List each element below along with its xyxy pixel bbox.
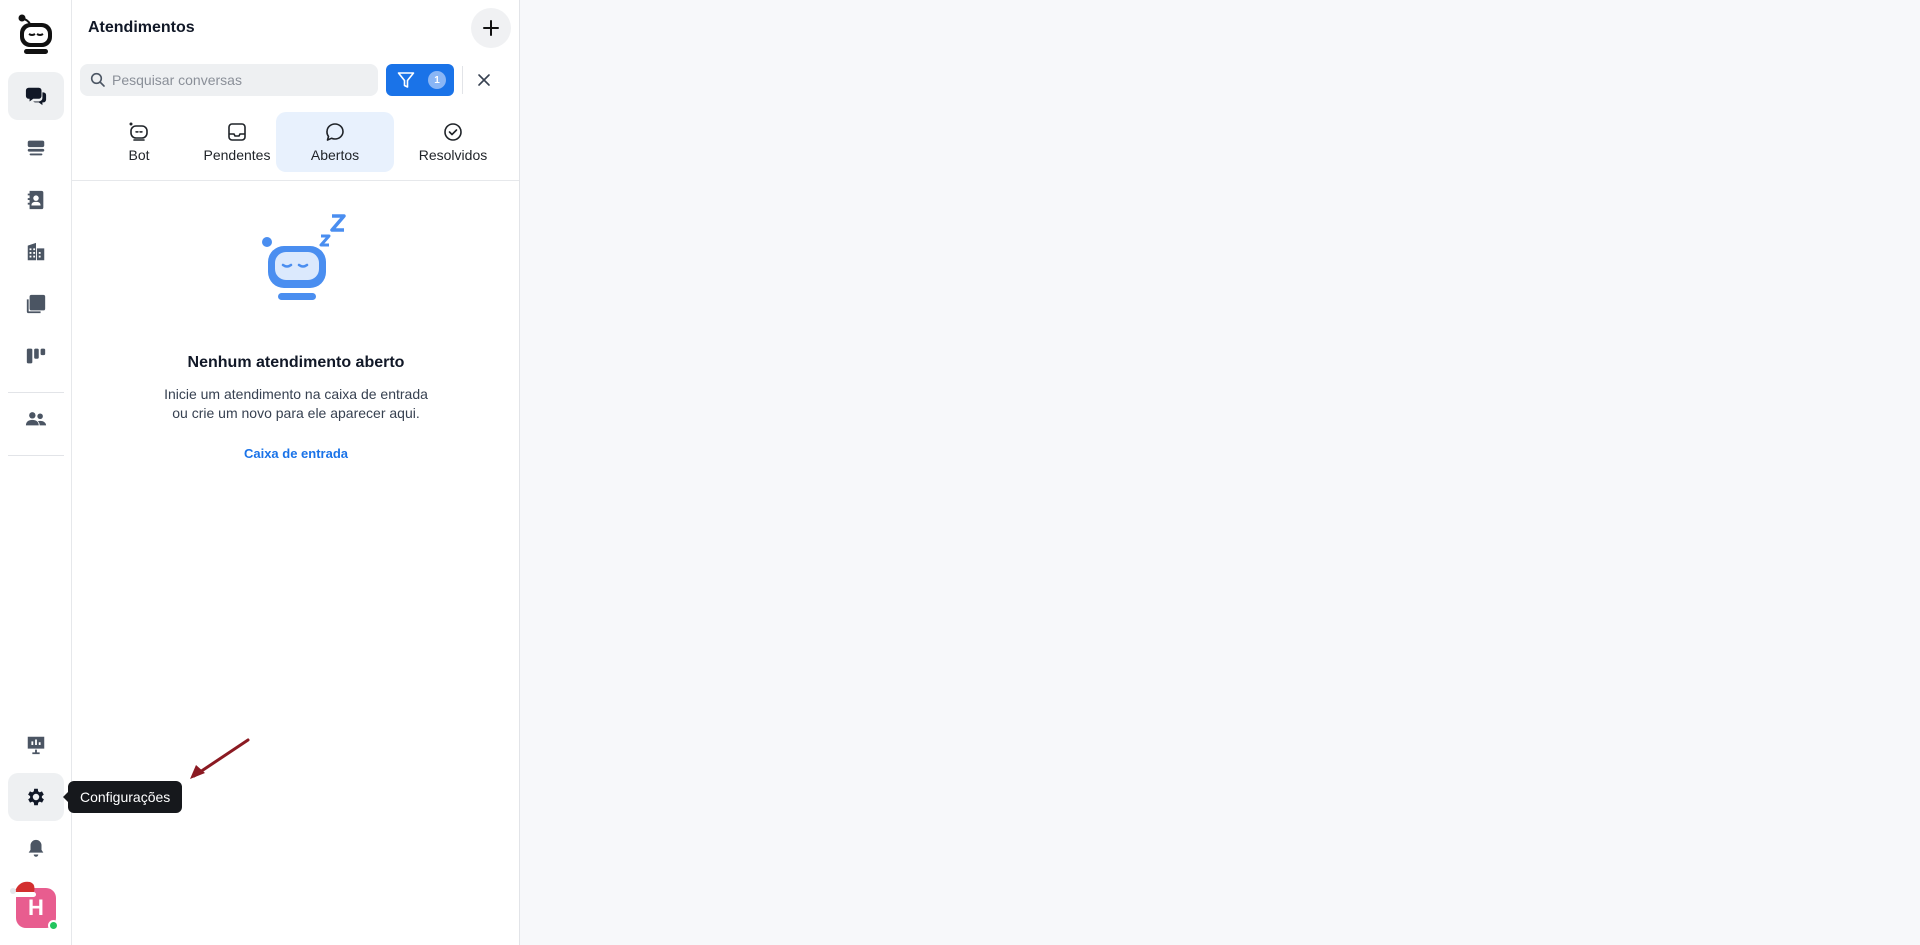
toolbar-divider: [462, 66, 463, 94]
sleeping-bot-illustration: [262, 214, 346, 300]
tab-resolvidos[interactable]: Resolvidos: [394, 112, 512, 172]
nav-tasks[interactable]: [8, 280, 64, 328]
nav-settings[interactable]: [8, 773, 64, 821]
settings-tooltip: Configurações: [62, 781, 183, 813]
gear-icon: [28, 788, 44, 806]
nav-kanban[interactable]: [8, 332, 64, 380]
nav-conversations[interactable]: [8, 72, 64, 120]
user-avatar[interactable]: H: [10, 881, 59, 931]
plus-icon: [483, 20, 499, 36]
empty-state-line-2: ou crie um novo para ele aparecer aqui.: [172, 405, 420, 421]
tab-abertos[interactable]: Abertos: [276, 112, 394, 172]
chat-bubbles-icon: [25, 87, 47, 106]
presentation-chart-icon: [27, 736, 45, 755]
inbox-tray-icon: [228, 123, 246, 141]
avatar-initial: H: [28, 895, 44, 920]
tasks-check-icon: [26, 294, 46, 314]
search-icon: [90, 72, 105, 87]
tab-label: Bot: [128, 147, 150, 163]
check-circle-icon: [444, 123, 462, 141]
tab-label: Abertos: [310, 147, 360, 163]
search-box: [80, 64, 378, 96]
new-conversation-button[interactable]: [471, 8, 511, 48]
page-title: Atendimentos: [88, 19, 195, 36]
bell-icon: [28, 839, 44, 857]
contact-book-icon: [27, 190, 44, 210]
nav-inbox[interactable]: [8, 124, 64, 172]
tab-label: Resolvidos: [418, 147, 488, 163]
building-icon: [27, 242, 45, 261]
team-people-icon: [25, 412, 47, 426]
santa-hat-icon: [10, 881, 36, 897]
empty-state-title: Nenhum atendimento aberto: [187, 354, 405, 371]
online-status-dot: [48, 920, 59, 931]
close-icon: [478, 74, 490, 86]
filter-funnel-icon: [397, 72, 415, 88]
app-logo-icon[interactable]: [18, 14, 54, 56]
empty-state-line-1: Inicie um atendimento na caixa de entrad…: [164, 386, 428, 402]
nav-notifications[interactable]: [8, 825, 64, 873]
kanban-board-icon: [26, 348, 46, 364]
rail-divider: [8, 455, 64, 456]
filter-button[interactable]: 1: [386, 64, 454, 96]
left-rail: H: [0, 0, 72, 945]
nav-contacts[interactable]: [8, 176, 64, 224]
search-input[interactable]: [112, 72, 372, 88]
bot-face-icon: [129, 122, 148, 141]
nav-reports[interactable]: [8, 721, 64, 769]
nav-team[interactable]: [8, 395, 64, 443]
inbox-link[interactable]: Caixa de entrada: [72, 446, 520, 461]
tabs-divider: [72, 180, 519, 181]
nav-companies[interactable]: [8, 228, 64, 276]
tab-label: Pendentes: [203, 147, 271, 163]
annotation-arrow-icon: [190, 738, 250, 779]
inbox-stack-icon: [27, 140, 45, 156]
chat-bubble-icon: [326, 123, 344, 141]
rail-divider: [8, 392, 64, 393]
status-tabs: Bot Pendentes Abertos Resolvidos: [80, 112, 512, 172]
empty-state-description: Inicie um atendimento na caixa de entrad…: [72, 385, 520, 423]
filter-count-badge: 1: [428, 71, 446, 89]
clear-filters-button[interactable]: [472, 68, 496, 92]
